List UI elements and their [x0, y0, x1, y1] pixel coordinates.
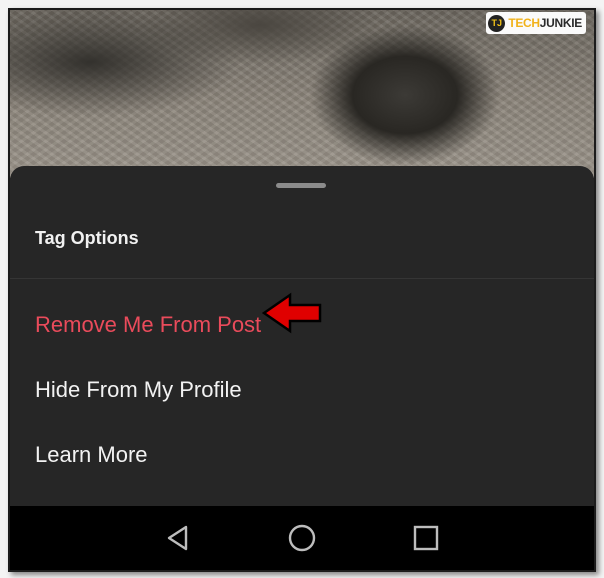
screenshot-frame: TJ TECHJUNKIE Tag Options Remove Me From…	[8, 8, 596, 572]
recents-square-icon[interactable]	[410, 522, 442, 554]
post-photo	[10, 10, 594, 178]
remove-me-from-post-option[interactable]: Remove Me From Post	[35, 312, 261, 338]
tag-options-sheet: Tag Options Remove Me From Post Hide Fro…	[10, 166, 594, 506]
learn-more-option[interactable]: Learn More	[35, 442, 148, 468]
drag-handle[interactable]	[276, 183, 326, 188]
logo-text: TECHJUNKIE	[508, 16, 582, 30]
home-circle-icon[interactable]	[286, 522, 318, 554]
logo-badge: TJ	[488, 14, 506, 32]
back-triangle-icon[interactable]	[162, 522, 194, 554]
red-arrow-icon	[262, 292, 322, 334]
hide-from-my-profile-option[interactable]: Hide From My Profile	[35, 377, 242, 403]
android-nav-bar	[10, 506, 594, 570]
sheet-title: Tag Options	[35, 228, 139, 248]
divider	[10, 278, 594, 279]
techjunkie-logo: TJ TECHJUNKIE	[486, 12, 586, 34]
